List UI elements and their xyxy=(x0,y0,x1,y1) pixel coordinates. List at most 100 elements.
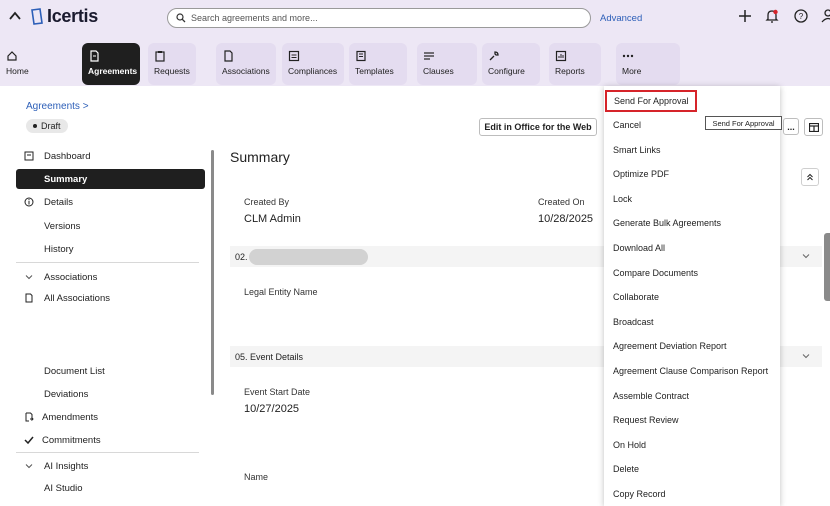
help-icon[interactable]: ? xyxy=(793,8,809,24)
sidebar-item-commitments[interactable]: Commitments xyxy=(16,430,205,450)
actions-dropdown: Send For Approval Cancel Smart Links Opt… xyxy=(604,86,780,506)
wrench-icon xyxy=(489,51,499,61)
nav-label: Home xyxy=(6,66,29,76)
menu-item-generate-bulk-agreements[interactable]: Generate Bulk Agreements xyxy=(604,211,780,235)
sidebar-item-amendments[interactable]: Amendments xyxy=(16,407,205,427)
sidebar-item-label: Document List xyxy=(44,365,105,377)
sidebar-item-label: Summary xyxy=(44,173,88,185)
notification-icon[interactable] xyxy=(764,8,780,24)
sidebar-item-summary[interactable]: Summary xyxy=(16,169,205,189)
menu-item-assemble-contract[interactable]: Assemble Contract xyxy=(604,384,780,408)
menu-item-broadcast[interactable]: Broadcast xyxy=(604,310,780,334)
menu-item-copy-record[interactable]: Copy Record xyxy=(604,482,780,506)
page-scrollbar[interactable] xyxy=(824,233,830,301)
search-placeholder: Search agreements and more... xyxy=(191,13,318,23)
collapse-all-button[interactable] xyxy=(801,168,819,186)
menu-item-on-hold[interactable]: On Hold xyxy=(604,433,780,457)
chevron-down-icon xyxy=(802,354,810,359)
amendment-icon xyxy=(25,412,34,422)
sidebar-item-document-list[interactable]: Document List xyxy=(16,361,205,381)
nav-label: More xyxy=(622,66,642,76)
logo[interactable]: Icertis xyxy=(30,6,98,27)
clipboard-icon xyxy=(155,51,165,62)
nav-templates[interactable]: Templates xyxy=(349,43,407,85)
menu-item-optimize-pdf[interactable]: Optimize PDF xyxy=(604,162,780,186)
nav-label: Requests xyxy=(154,66,190,76)
menu-item-compare-documents[interactable]: Compare Documents xyxy=(604,261,780,285)
more-actions-button[interactable]: ... xyxy=(783,118,799,135)
menu-item-clause-comparison-report[interactable]: Agreement Clause Comparison Report xyxy=(604,359,780,383)
layout-toggle-button[interactable] xyxy=(804,118,823,136)
nav-requests[interactable]: Requests xyxy=(148,43,196,85)
svg-text:?: ? xyxy=(799,12,804,21)
sidebar-item-label: Deviations xyxy=(44,388,89,400)
menu-item-request-review[interactable]: Request Review xyxy=(604,408,780,432)
commitment-check-icon xyxy=(24,436,34,445)
edit-in-office-button[interactable]: Edit in Office for the Web xyxy=(479,118,597,136)
chevron-down-icon xyxy=(25,464,33,469)
nav-reports[interactable]: Reports xyxy=(549,43,601,85)
advanced-search-link[interactable]: Advanced xyxy=(600,13,642,24)
sidebar-item-associations[interactable]: Associations xyxy=(16,267,205,287)
dashboard-icon xyxy=(24,151,34,161)
nav-label: Agreements xyxy=(88,66,138,76)
plus-icon[interactable] xyxy=(737,8,753,24)
sidebar-item-all-associations[interactable]: All Associations xyxy=(16,288,205,308)
sidebar-item-dashboard[interactable]: Dashboard xyxy=(16,146,205,166)
sidebar-item-label: History xyxy=(44,243,74,255)
section-label: 02. xyxy=(235,251,248,262)
status-label: Draft xyxy=(41,121,61,131)
nav-label: Clauses xyxy=(423,66,454,76)
name-label: Name xyxy=(244,472,269,482)
sidebar-item-deviations[interactable]: Deviations xyxy=(16,384,205,404)
search-input[interactable]: Search agreements and more... xyxy=(167,8,591,28)
checklist-icon xyxy=(288,50,300,62)
nav-home[interactable]: Home xyxy=(0,43,40,85)
created-by-label: Created By xyxy=(244,197,290,207)
file-icon xyxy=(224,50,233,62)
nav-label: Reports xyxy=(555,66,585,76)
menu-item-collaborate[interactable]: Collaborate xyxy=(604,285,780,309)
collapse-icon[interactable] xyxy=(8,9,22,23)
sidebar-item-label: AI Insights xyxy=(44,460,89,472)
status-dot xyxy=(33,124,37,128)
panel-layout-icon xyxy=(808,122,819,132)
menu-item-download-all[interactable]: Download All xyxy=(604,236,780,260)
file-icon xyxy=(25,293,33,303)
nav-more[interactable]: More xyxy=(616,43,680,85)
menu-item-send-for-approval[interactable]: Send For Approval xyxy=(605,90,697,112)
menu-item-lock[interactable]: Lock xyxy=(604,187,780,211)
breadcrumb[interactable]: Agreements > xyxy=(26,101,89,112)
menu-item-smart-links[interactable]: Smart Links xyxy=(604,138,780,162)
sidebar-item-details[interactable]: Details xyxy=(16,192,205,212)
chevron-down-icon xyxy=(802,254,810,259)
menu-item-agreement-deviation-report[interactable]: Agreement Deviation Report xyxy=(604,334,780,358)
sidebar-scrollbar[interactable] xyxy=(211,150,214,395)
sidebar-item-label: Details xyxy=(44,196,74,208)
sidebar-divider xyxy=(16,452,199,453)
page-title: Summary xyxy=(230,149,290,165)
nav-label: Compliances xyxy=(288,66,338,76)
more-icon xyxy=(622,54,634,58)
info-icon xyxy=(24,197,34,207)
sidebar-item-ai-studio[interactable]: AI Studio xyxy=(16,478,205,498)
nav-agreements[interactable]: Agreements xyxy=(82,43,140,85)
sidebar-item-ai-insights[interactable]: AI Insights xyxy=(16,456,205,476)
sidebar-item-versions[interactable]: Versions xyxy=(16,216,205,236)
menu-item-delete[interactable]: Delete xyxy=(604,457,780,481)
search-icon xyxy=(176,13,186,23)
legal-entity-label: Legal Entity Name xyxy=(244,287,318,297)
nav-label: Configure xyxy=(488,66,525,76)
sidebar-item-label: Dashboard xyxy=(44,150,91,162)
user-icon[interactable] xyxy=(820,8,830,24)
nav-clauses[interactable]: Clauses xyxy=(417,43,477,85)
nav-associations[interactable]: Associations xyxy=(216,43,276,85)
sidebar-item-label: Amendments xyxy=(42,411,98,423)
sidebar-item-label: All Associations xyxy=(44,292,111,304)
nav-compliances[interactable]: Compliances xyxy=(282,43,344,85)
sidebar-item-history[interactable]: History xyxy=(16,239,205,259)
nav-label: Associations xyxy=(222,66,270,76)
logo-icon xyxy=(31,7,43,25)
redacted-value xyxy=(249,249,368,265)
nav-configure[interactable]: Configure xyxy=(482,43,540,85)
